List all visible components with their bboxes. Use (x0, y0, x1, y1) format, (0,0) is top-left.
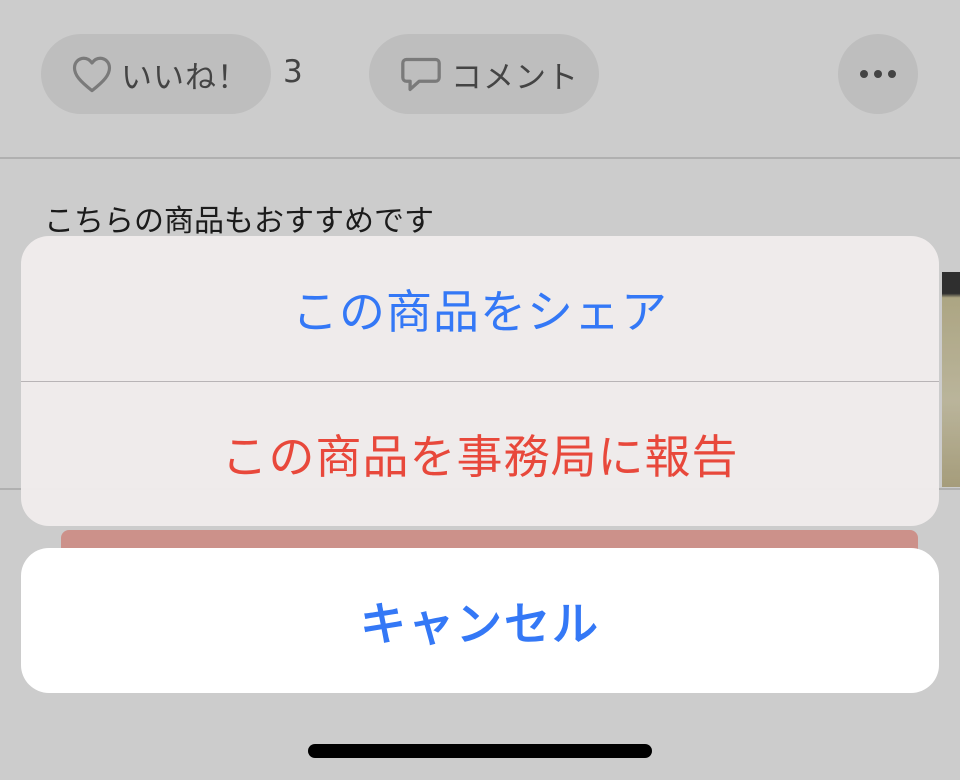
share-product-button[interactable]: この商品をシェア (21, 236, 939, 381)
cancel-button[interactable]: キャンセル (21, 548, 939, 693)
action-sheet: この商品をシェア この商品を事務局に報告 (21, 236, 939, 526)
report-product-button[interactable]: この商品を事務局に報告 (21, 382, 939, 526)
home-indicator[interactable] (308, 744, 652, 758)
